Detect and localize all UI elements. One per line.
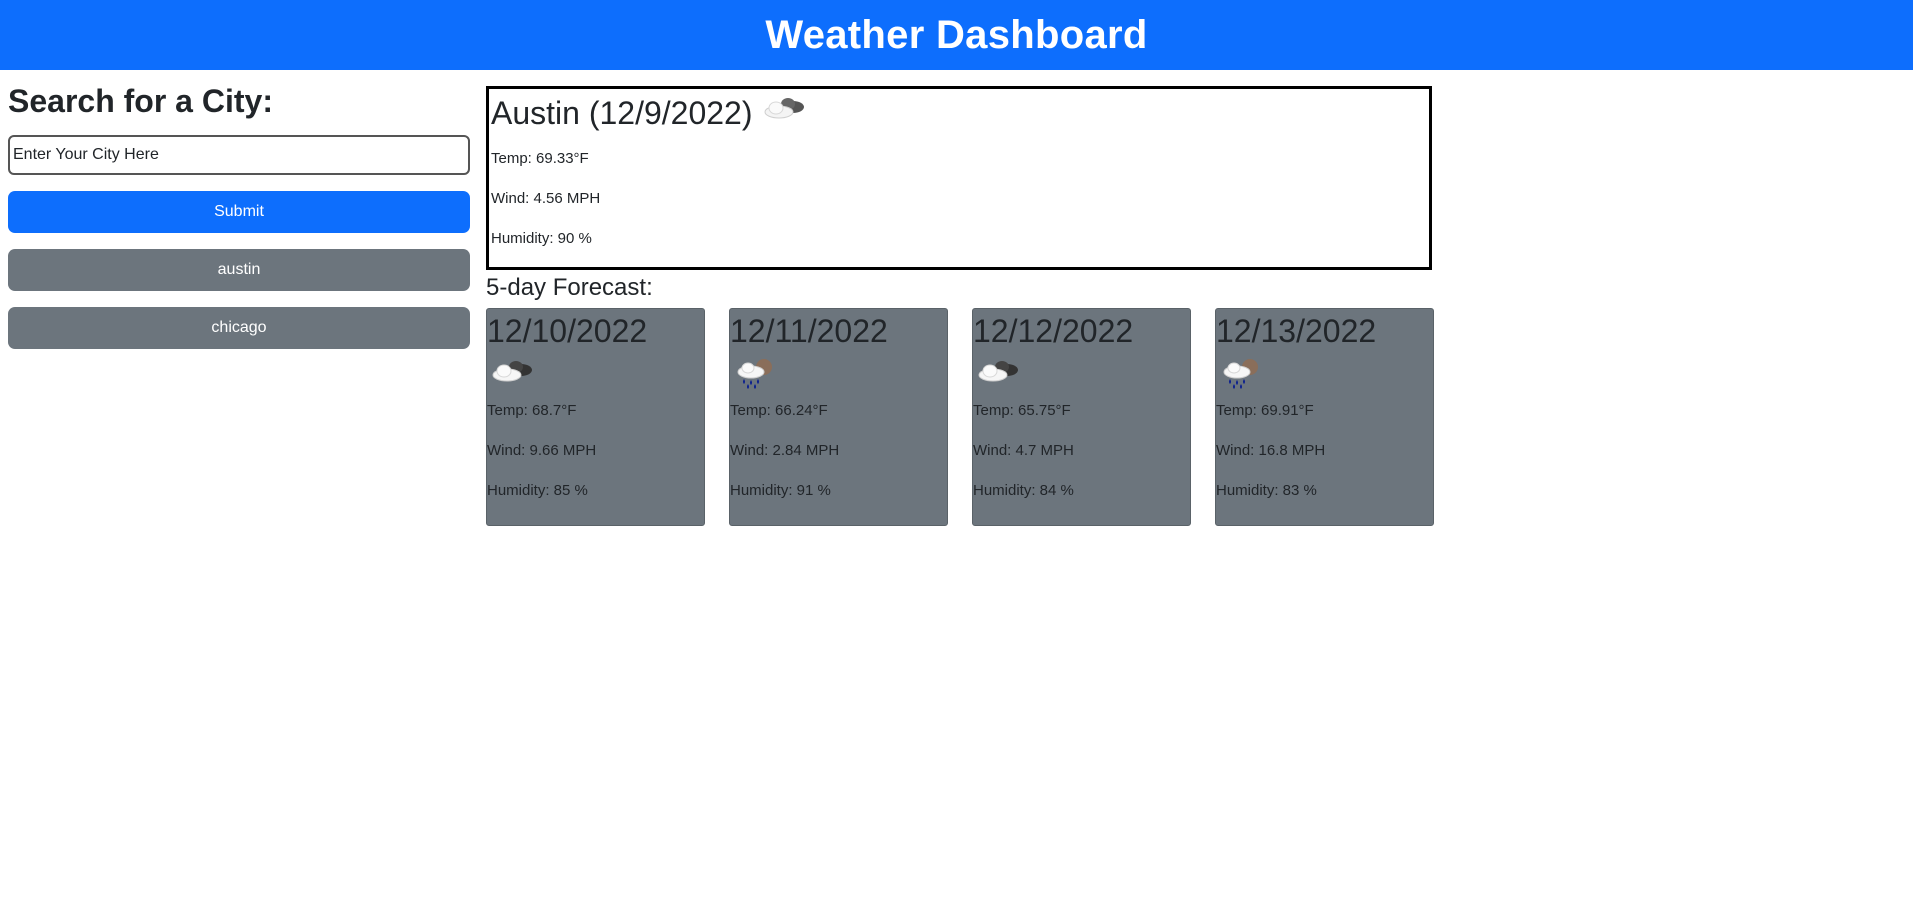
current-humidity: Humidity: 90 % — [491, 230, 592, 247]
forecast-card: 12/10/2022 Temp: 68.7°F Wind: 9.66 MPH H… — [486, 308, 705, 526]
forecast-cards: 12/10/2022 Temp: 68.7°F Wind: 9.66 MPH H… — [486, 308, 1434, 526]
history-button-chicago[interactable]: chicago — [8, 307, 470, 350]
rain-icon — [734, 357, 778, 394]
current-weather-panel: Austin (12/9/2022) Temp: 69.33°F Wind: 4… — [486, 86, 1432, 270]
forecast-temp: Temp: 65.75°F — [973, 402, 1071, 419]
forecast-date: 12/10/2022 — [487, 313, 648, 349]
weather-main: Austin (12/9/2022) Temp: 69.33°F Wind: 4… — [486, 86, 1434, 526]
forecast-humidity: Humidity: 85 % — [487, 482, 588, 499]
cloudy-icon — [763, 93, 807, 133]
app-header: Weather Dashboard — [0, 0, 1913, 70]
forecast-wind: Wind: 4.7 MPH — [973, 442, 1074, 459]
cloudy-icon — [491, 357, 535, 392]
forecast-date: 12/11/2022 — [730, 313, 888, 349]
forecast-heading: 5-day Forecast: — [486, 274, 653, 301]
forecast-temp: Temp: 69.91°F — [1216, 402, 1314, 419]
history-button-austin[interactable]: austin — [8, 249, 470, 292]
forecast-card: 12/11/2022 Temp: 66.24°F Wind: 2.84 MPH … — [729, 308, 948, 526]
submit-button[interactable]: Submit — [8, 191, 470, 234]
forecast-card: 12/12/2022 Temp: 65.75°F Wind: 4.7 MPH H… — [972, 308, 1191, 526]
forecast-card: 12/13/2022 Temp: 69.91°F Wind: 16.8 MPH … — [1215, 308, 1434, 526]
current-temp: Temp: 69.33°F — [491, 150, 589, 167]
forecast-date: 12/13/2022 — [1216, 313, 1377, 349]
search-sidebar: Search for a City: Submit austin chicago — [8, 70, 470, 350]
forecast-humidity: Humidity: 91 % — [730, 482, 831, 499]
current-weather-title: Austin (12/9/2022) — [491, 93, 1429, 133]
current-wind: Wind: 4.56 MPH — [491, 190, 601, 207]
forecast-temp: Temp: 68.7°F — [487, 402, 577, 419]
forecast-humidity: Humidity: 84 % — [973, 482, 1074, 499]
forecast-wind: Wind: 2.84 MPH — [730, 442, 840, 459]
forecast-temp: Temp: 66.24°F — [730, 402, 828, 419]
current-city-date: Austin (12/9/2022) — [491, 95, 753, 131]
rain-icon — [1220, 357, 1264, 394]
forecast-date: 12/12/2022 — [973, 313, 1134, 349]
page-title: Weather Dashboard — [765, 12, 1148, 57]
cloudy-icon — [977, 357, 1021, 392]
forecast-wind: Wind: 16.8 MPH — [1216, 442, 1326, 459]
search-heading: Search for a City: — [8, 83, 273, 119]
city-search-input[interactable] — [8, 135, 470, 176]
forecast-humidity: Humidity: 83 % — [1216, 482, 1317, 499]
forecast-wind: Wind: 9.66 MPH — [487, 442, 597, 459]
